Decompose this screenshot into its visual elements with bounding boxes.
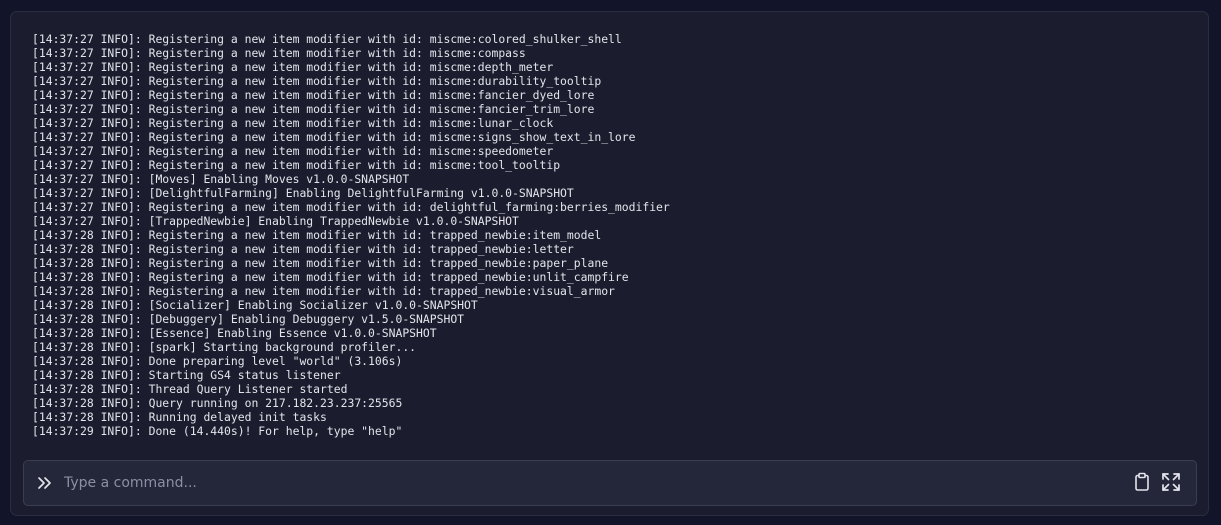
log-line: [14:37:28 INFO]: Registering a new item …: [32, 270, 629, 284]
log-line: [14:37:28 INFO]: Registering a new item …: [32, 284, 615, 298]
log-line: [14:37:28 INFO]: Running delayed init ta…: [32, 410, 327, 424]
log-line: [14:37:28 INFO]: Registering a new item …: [32, 228, 602, 242]
log-line: [14:37:27 INFO]: [Moves] Enabling Moves …: [32, 172, 410, 186]
clipboard-button[interactable]: [1131, 472, 1153, 497]
log-line: [14:37:27 INFO]: Registering a new item …: [32, 130, 636, 144]
console-log[interactable]: [14:37:27 INFO]: Registering a new item …: [32, 32, 1196, 442]
log-line: [14:37:27 INFO]: Registering a new item …: [32, 144, 554, 158]
log-line: [14:37:28 INFO]: Starting GS4 status lis…: [32, 368, 341, 382]
log-line: [14:37:27 INFO]: Registering a new item …: [32, 102, 595, 116]
log-line: [14:37:27 INFO]: [DelightfulFarming] Ena…: [32, 186, 574, 200]
log-line: [14:37:28 INFO]: Registering a new item …: [32, 242, 574, 256]
log-line: [14:37:28 INFO]: [Socializer] Enabling S…: [32, 298, 478, 312]
log-line: [14:37:28 INFO]: Done preparing level "w…: [32, 354, 403, 368]
log-line: [14:37:28 INFO]: [Essence] Enabling Esse…: [32, 326, 437, 340]
log-line: [14:37:27 INFO]: Registering a new item …: [32, 32, 622, 46]
log-line: [14:37:27 INFO]: Registering a new item …: [32, 88, 595, 102]
console-panel: [14:37:27 INFO]: Registering a new item …: [10, 11, 1209, 516]
log-line: [14:37:27 INFO]: Registering a new item …: [32, 200, 670, 214]
chevrons-right-icon: [36, 472, 54, 494]
log-line: [14:37:28 INFO]: [spark] Starting backgr…: [32, 340, 417, 354]
log-line: [14:37:27 INFO]: Registering a new item …: [32, 74, 602, 88]
clipboard-icon: [1133, 472, 1151, 497]
log-line: [14:37:28 INFO]: [Debuggery] Enabling De…: [32, 312, 465, 326]
log-line: [14:37:28 INFO]: Registering a new item …: [32, 256, 609, 270]
log-line: [14:37:28 INFO]: Thread Query Listener s…: [32, 382, 348, 396]
log-line: [14:37:27 INFO]: Registering a new item …: [32, 60, 554, 74]
log-line: [14:37:29 INFO]: Done (14.440s)! For hel…: [32, 424, 403, 438]
log-line: [14:37:28 INFO]: Query running on 217.18…: [32, 396, 403, 410]
log-line: [14:37:27 INFO]: Registering a new item …: [32, 158, 561, 172]
log-line: [14:37:27 INFO]: Registering a new item …: [32, 116, 554, 130]
fullscreen-button[interactable]: [1160, 472, 1182, 497]
command-bar: [23, 460, 1197, 506]
log-line: [14:37:27 INFO]: [TrappedNewbie] Enablin…: [32, 214, 519, 228]
command-input[interactable]: [64, 469, 1104, 497]
log-line: [14:37:27 INFO]: Registering a new item …: [32, 46, 526, 60]
expand-icon: [1161, 472, 1181, 497]
